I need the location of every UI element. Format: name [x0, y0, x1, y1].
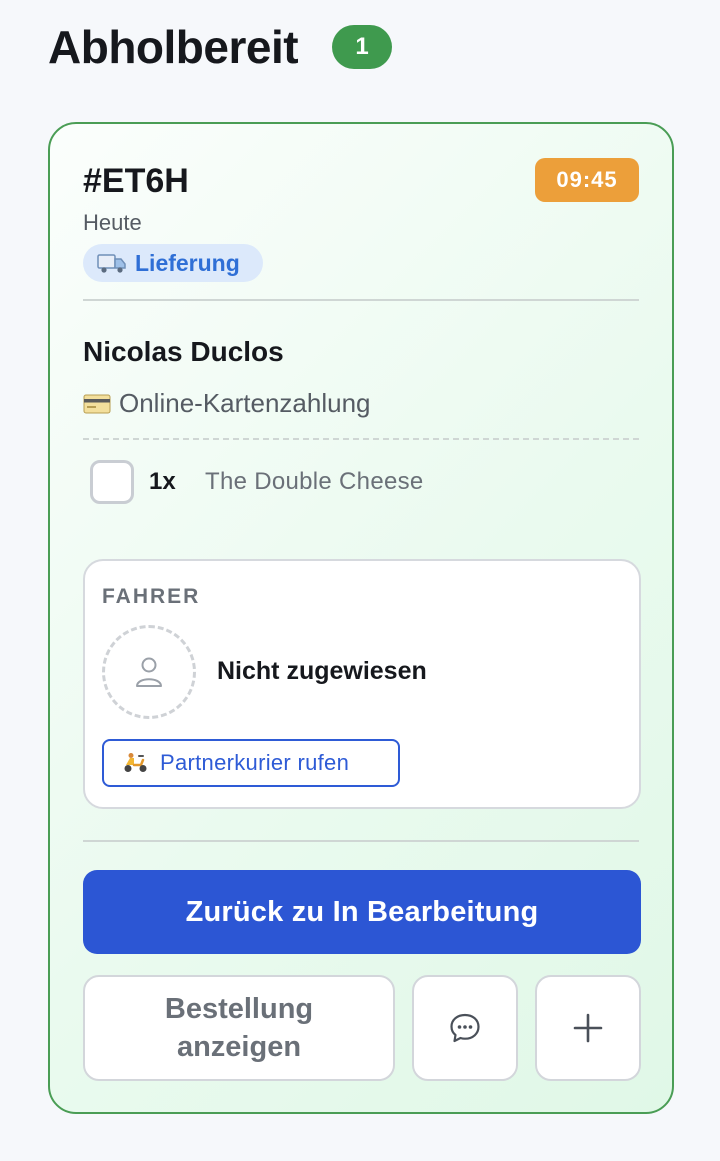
plus-icon [573, 1013, 603, 1043]
show-order-button[interactable]: Bestellung anzeigen [83, 975, 395, 1081]
item-checkbox[interactable] [90, 460, 134, 504]
order-type-label: Lieferung [135, 249, 240, 276]
user-placeholder-icon [136, 657, 162, 687]
delivery-truck-icon [97, 254, 126, 273]
order-date: Heute [83, 210, 142, 235]
payment-method: Online-Kartenzahlung [83, 388, 371, 419]
chat-bubble-icon [450, 1013, 480, 1043]
driver-status: Nicht zugewiesen [217, 657, 427, 685]
order-count-badge: 1 [332, 25, 393, 69]
chat-button[interactable] [412, 975, 518, 1081]
order-item: 1x The Double Cheese [90, 460, 424, 504]
call-partner-courier-label: Partnerkurier rufen [160, 750, 350, 775]
driver-panel: FAHRER Nicht zugewiesen Partnerkurier ru… [83, 559, 641, 809]
order-type-pill: Lieferung [83, 244, 263, 282]
section-title: Abholbereit [48, 21, 299, 73]
order-id: #ET6H [83, 162, 189, 200]
item-name: The Double Cheese [205, 468, 424, 495]
driver-avatar [102, 625, 196, 719]
order-time-badge: 09:45 [535, 158, 639, 202]
call-partner-courier-button[interactable]: Partnerkurier rufen [102, 739, 400, 787]
section-header: Abholbereit 1 [48, 20, 393, 74]
back-to-in-progress-button[interactable]: Zurück zu In Bearbeitung [83, 870, 641, 954]
item-quantity: 1x [149, 468, 176, 495]
add-button[interactable] [535, 975, 641, 1081]
divider [83, 299, 639, 301]
show-order-label: Bestellung anzeigen [164, 993, 314, 1063]
order-card[interactable]: #ET6H 09:45 Heute Lieferung Nicolas Ducl… [48, 122, 674, 1114]
credit-card-icon [83, 394, 111, 413]
page: Abholbereit 1 #ET6H 09:45 Heute Lieferun… [0, 0, 720, 1161]
customer-name: Nicolas Duclos [83, 336, 284, 367]
scooter-icon [124, 753, 147, 772]
dashed-divider [83, 438, 639, 440]
payment-method-label: Online-Kartenzahlung [119, 388, 371, 418]
driver-heading: FAHRER [102, 585, 201, 608]
divider [83, 840, 639, 842]
